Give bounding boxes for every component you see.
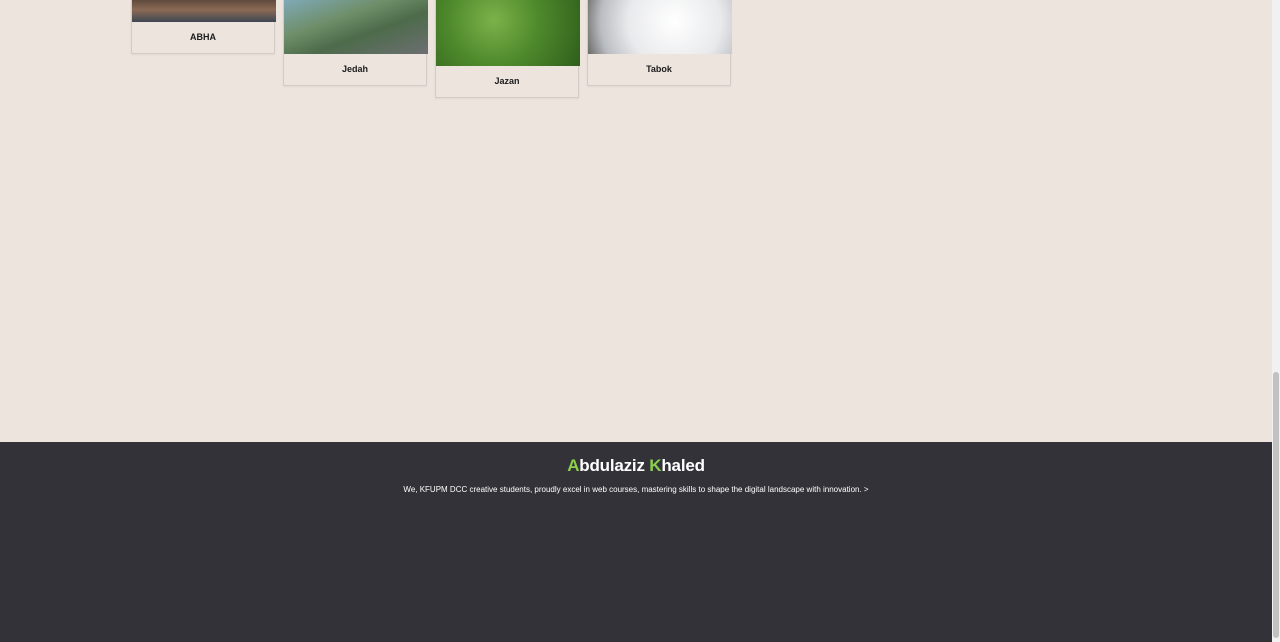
city-card-jazan[interactable]: Jazan [435,0,580,98]
brand-first-rest: bdulaziz [579,456,645,475]
footer-brand[interactable]: Abdulaziz Khaled [0,456,1272,476]
page-scrollbar[interactable] [1272,0,1280,642]
tabok-image [588,0,732,54]
abha-image [132,0,276,22]
brand-initial-k: K [649,456,662,475]
city-card-label: Jazan [494,76,520,86]
city-card-label: Tabok [646,64,672,74]
jazan-image [436,0,580,66]
brand-last-rest: haled [661,456,705,475]
site-footer: Abdulaziz Khaled We, KFUPM DCC creative … [0,442,1272,642]
city-card-label: ABHA [190,32,216,42]
city-card-tabok[interactable]: Tabok [587,0,732,86]
footer-tagline: We, KFUPM DCC creative students, proudly… [403,485,869,494]
city-card-label: Jedah [341,64,368,74]
brand-initial-a: A [567,456,580,475]
city-card-jedah[interactable]: Jedah [283,0,428,86]
jedah-image [284,0,428,54]
scrollbar-thumb[interactable] [1273,372,1279,638]
city-card-abha[interactable]: ABHA [131,0,276,54]
